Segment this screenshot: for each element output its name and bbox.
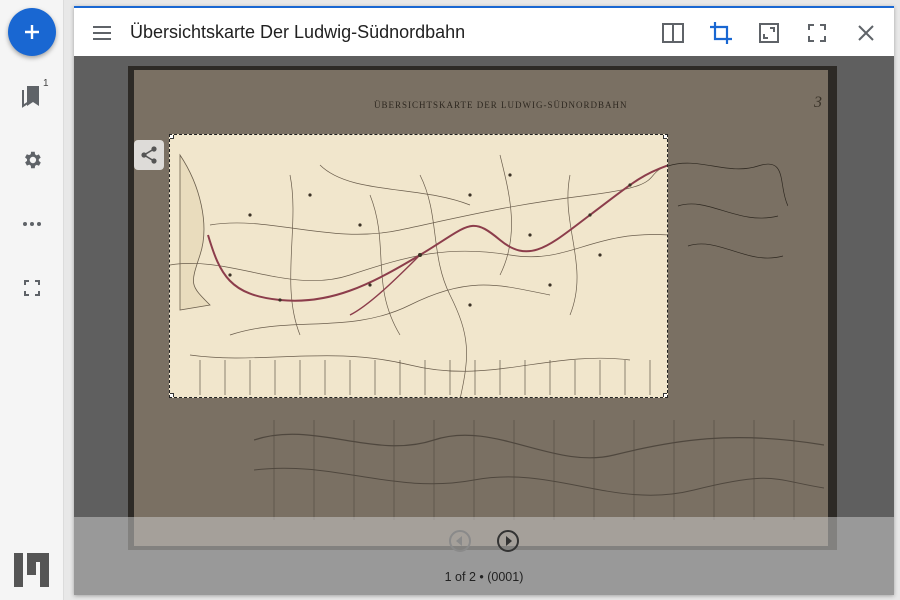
canvas-navigation-footer: 1 of 2 • (0001) bbox=[74, 517, 894, 595]
maximize-icon bbox=[759, 23, 779, 43]
bookmark-count-badge: 1 bbox=[43, 78, 49, 89]
crop-handle-top-right[interactable] bbox=[663, 135, 667, 139]
scan-page-mark: 3 bbox=[814, 94, 822, 111]
railway-map-image bbox=[170, 135, 667, 397]
map-outside-crop bbox=[668, 162, 788, 259]
settings-button[interactable] bbox=[16, 144, 48, 176]
scan-heading: ÜBERSICHTSKARTE DER LUDWIG-SÜDNORDBAHN bbox=[374, 100, 628, 110]
close-icon bbox=[858, 25, 874, 41]
crop-handle-top-left[interactable] bbox=[170, 135, 174, 139]
previous-canvas-button[interactable] bbox=[448, 529, 472, 553]
crop-icon bbox=[710, 22, 732, 44]
window-topbar: Übersichtskarte Der Ludwig-Südnordbahn bbox=[74, 6, 894, 56]
close-window-button[interactable] bbox=[853, 20, 879, 46]
maximize-button[interactable] bbox=[756, 20, 782, 46]
hamburger-menu-icon bbox=[93, 26, 111, 40]
fullscreen-icon bbox=[808, 24, 826, 42]
window-title: Übersichtskarte Der Ludwig-Südnordbahn bbox=[130, 22, 466, 42]
mirador-logo[interactable] bbox=[14, 553, 50, 592]
next-canvas-button[interactable] bbox=[496, 529, 520, 553]
viewer-window: Übersichtskarte Der Ludwig-Südnordbahn Ü… bbox=[74, 6, 894, 595]
add-resource-button[interactable] bbox=[8, 8, 56, 56]
share-icon bbox=[141, 146, 157, 164]
share-button[interactable] bbox=[134, 140, 164, 170]
left-rail: 1 bbox=[0, 0, 64, 600]
previous-icon bbox=[449, 530, 471, 552]
plus-icon bbox=[25, 25, 39, 39]
fullscreen-button[interactable] bbox=[16, 272, 48, 304]
book-view-button[interactable] bbox=[660, 20, 686, 46]
window-menu-button[interactable] bbox=[89, 20, 115, 46]
crop-selection[interactable] bbox=[169, 134, 668, 398]
crop-handle-bottom-left[interactable] bbox=[170, 393, 174, 397]
more-options-button[interactable] bbox=[16, 208, 48, 240]
gear-icon bbox=[25, 151, 41, 169]
fullscreen-icon bbox=[24, 280, 40, 296]
image-viewer-canvas[interactable]: ÜBERSICHTSKARTE DER LUDWIG-SÜDNORDBAHN 3 bbox=[74, 56, 894, 595]
crop-button[interactable] bbox=[708, 20, 734, 46]
window-fullscreen-button[interactable] bbox=[804, 20, 830, 46]
next-icon bbox=[497, 530, 519, 552]
book-view-icon bbox=[662, 23, 684, 43]
canvas-label: 1 of 2 • (0001) bbox=[444, 570, 524, 584]
mirador-logo-icon bbox=[14, 553, 49, 587]
crop-handle-bottom-right[interactable] bbox=[663, 393, 667, 397]
bookmark-icon bbox=[22, 86, 39, 108]
more-horiz-icon bbox=[23, 222, 41, 226]
